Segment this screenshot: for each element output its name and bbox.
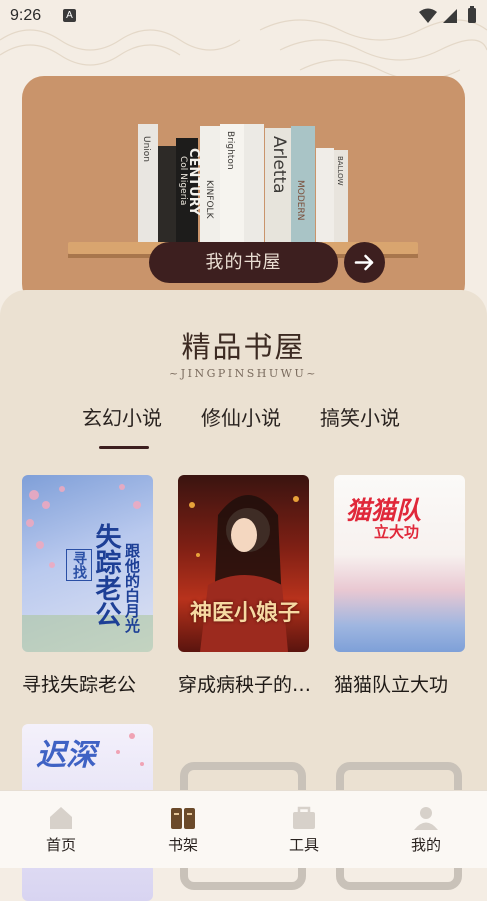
book-cover[interactable]: 猫猫队 立大功 (334, 475, 465, 652)
arrow-right-icon (354, 254, 374, 271)
book-card[interactable]: 猫猫队 立大功 猫猫队立大功 (334, 475, 465, 697)
battery-icon (468, 6, 476, 23)
section-title: 精品书屋 (181, 330, 306, 364)
svg-text:MODERN: MODERN (295, 180, 305, 220)
book-cover[interactable]: 神医小娘子 (178, 475, 309, 652)
nav-profile[interactable]: 我的 (386, 791, 466, 868)
svg-text:Union: Union (141, 136, 151, 162)
notification-badge: A (63, 9, 76, 22)
my-bookshelf-button[interactable]: 我的书屋 (149, 242, 338, 283)
wifi-icon (419, 8, 437, 23)
book-title: 寻找失踪老公 (22, 674, 137, 696)
nav-profile-label: 我的 (410, 836, 441, 854)
tab-xiuxian[interactable]: 修仙小说 (201, 402, 281, 431)
profile-icon (414, 807, 438, 830)
svg-text:Arletta: Arletta (269, 136, 289, 194)
book-card[interactable]: 神医小娘子 穿成病秧子的神医小娘子 (178, 475, 313, 697)
nav-home[interactable]: 首页 (21, 791, 101, 868)
tab-xuanhuan[interactable]: 玄幻小说 (82, 402, 162, 431)
svg-text:CENTURY: CENTURY (186, 148, 201, 216)
active-tab-indicator (99, 446, 149, 449)
svg-text:BALLOW: BALLOW (336, 156, 344, 186)
status-bar: 9:26 A (0, 0, 487, 34)
bottom-navigation: 首页 书架 工具 我的 (0, 790, 487, 868)
home-icon (50, 807, 72, 829)
book-title: 猫猫队立大功 (334, 674, 449, 696)
arrow-right-button[interactable] (344, 242, 385, 283)
status-icons (417, 6, 479, 30)
book-card[interactable]: 寻找 失踪老公 跟他的白月光 寻找失踪老公 (22, 475, 153, 697)
tab-gaoxiao[interactable]: 搞笑小说 (320, 402, 400, 431)
nav-home-label: 首页 (45, 836, 76, 854)
nav-bookshelf[interactable]: 书架 (143, 791, 223, 868)
svg-text:KINFOLK: KINFOLK (204, 180, 214, 220)
nav-bookshelf-label: 书架 (167, 836, 198, 854)
book-cover[interactable]: 寻找 失踪老公 跟他的白月光 (22, 475, 153, 652)
nav-tools[interactable]: 工具 (264, 791, 344, 868)
toolbox-icon (293, 806, 315, 829)
svg-text:Brighton: Brighton (225, 131, 235, 170)
signal-icon (443, 9, 457, 23)
book-title: 穿成病秧子的神医小娘子 (178, 674, 313, 696)
section-subtitle: ~JINGPINSHUWU~ (169, 367, 318, 380)
status-time: 9:26 (10, 7, 42, 24)
bookshelf-icon (171, 808, 195, 829)
nav-tools-label: 工具 (288, 836, 319, 854)
